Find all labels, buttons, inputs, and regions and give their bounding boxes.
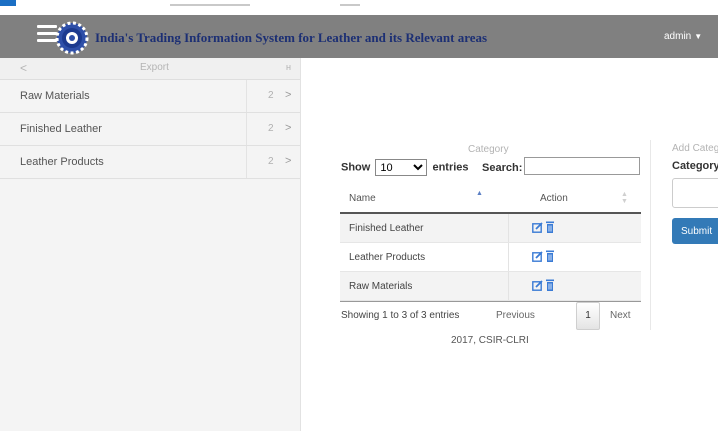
sidebar-header: < Export ʜ (0, 58, 300, 80)
footer-copyright: 2017, CSIR-CLRI (451, 335, 529, 346)
sidebar-item-divider (246, 80, 247, 112)
category-caption: Category (468, 144, 509, 155)
row-name: Leather Products (349, 252, 426, 263)
edit-icon[interactable] (532, 251, 543, 262)
next-page-button[interactable]: Next (610, 310, 631, 321)
browser-strip-mark (340, 4, 360, 6)
sidebar-item-leather-products[interactable]: Leather Products 2 > (0, 146, 300, 179)
category-field-label: Category* (672, 160, 718, 172)
previous-page-button[interactable]: Previous (496, 310, 535, 321)
category-table: Name ▲ Action ▲ ▼ Finished Leather Leathe… (340, 184, 641, 302)
app-header: India's Trading Information System for L… (0, 15, 718, 58)
show-label: Show (341, 161, 371, 174)
entries-select[interactable]: 10 (375, 159, 428, 176)
search-label: Search: (482, 162, 523, 174)
trash-icon[interactable] (546, 221, 554, 233)
cell-divider (508, 272, 509, 300)
sidebar-item-count: 2 (268, 90, 274, 101)
column-header-name[interactable]: Name (349, 193, 376, 204)
sort-ascending-icon: ▲ (476, 190, 483, 197)
user-name: admin (664, 31, 692, 42)
table-row: Finished Leather (340, 214, 641, 243)
sidebar-item-label: Leather Products (20, 156, 104, 168)
trash-icon[interactable] (546, 279, 554, 291)
add-category-caption: Add Categ (672, 143, 718, 154)
sidebar-item-count: 2 (268, 156, 274, 167)
back-arrow-icon[interactable]: < (20, 61, 27, 75)
table-row: Raw Materials (340, 272, 641, 301)
category-input[interactable] (672, 178, 718, 208)
sidebar-item-raw-materials[interactable]: Raw Materials 2 > (0, 80, 300, 113)
browser-strip-mark (170, 4, 250, 6)
sidebar-item-finished-leather[interactable]: Finished Leather 2 > (0, 113, 300, 146)
entries-length-control: Show 10 entries (341, 159, 469, 176)
sidebar-item-label: Raw Materials (20, 90, 90, 102)
browser-corner-indicator (0, 0, 16, 6)
row-name: Raw Materials (349, 281, 413, 292)
hamburger-menu-icon[interactable] (37, 25, 57, 43)
sidebar-item-divider (246, 146, 247, 178)
edit-icon[interactable] (532, 222, 543, 233)
sidebar: < Export ʜ Raw Materials 2 > Finished Le… (0, 58, 301, 431)
column-header-action[interactable]: Action (540, 193, 568, 204)
sort-both-icon: ▲ ▼ (621, 191, 628, 205)
search-input[interactable] (524, 157, 640, 175)
sidebar-title: Export (140, 62, 169, 73)
cell-divider (508, 243, 509, 271)
sidebar-item-label: Finished Leather (20, 123, 102, 135)
caret-down-icon: ▼ (694, 32, 703, 41)
table-info: Showing 1 to 3 of 3 entries (341, 310, 460, 321)
table-row: Leather Products (340, 243, 641, 272)
sidebar-item-count: 2 (268, 123, 274, 134)
submit-button[interactable]: Submit (672, 218, 718, 244)
entries-label: entries (432, 161, 469, 174)
panel-divider (650, 140, 651, 330)
user-menu[interactable]: admin ▼ (664, 31, 702, 42)
browser-top-strip (0, 0, 718, 15)
edit-icon[interactable] (532, 280, 543, 291)
trash-icon[interactable] (546, 250, 554, 262)
row-name: Finished Leather (349, 223, 424, 234)
csir-gear-logo-icon (55, 21, 89, 55)
collapse-icon[interactable]: ʜ (286, 62, 291, 72)
table-header: Name ▲ Action ▲ ▼ (340, 184, 641, 214)
chevron-right-icon: > (285, 89, 292, 101)
sidebar-item-divider (246, 113, 247, 145)
page-1-button[interactable]: 1 (576, 302, 600, 330)
cell-divider (508, 214, 509, 242)
chevron-right-icon: > (285, 122, 292, 134)
chevron-right-icon: > (285, 155, 292, 167)
app-title: India's Trading Information System for L… (95, 30, 488, 45)
